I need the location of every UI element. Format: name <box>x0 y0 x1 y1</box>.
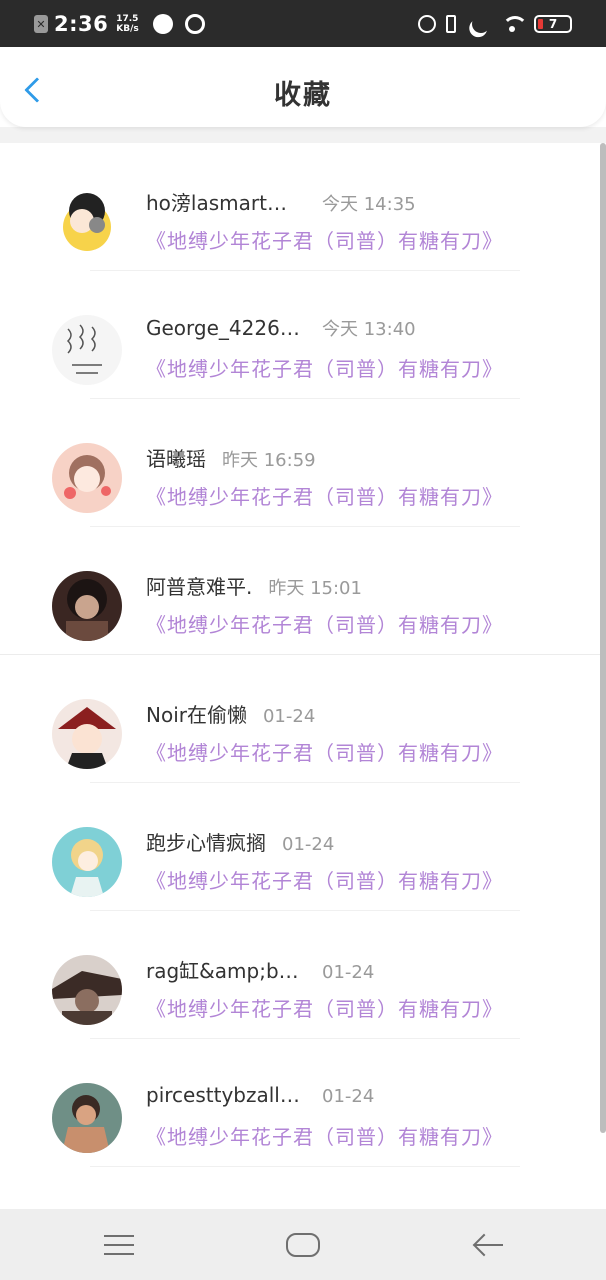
app-notification-icon <box>152 14 173 34</box>
scrollbar[interactable] <box>600 143 606 1133</box>
do-not-disturb-icon <box>469 12 492 35</box>
favorite-title[interactable]: 《地缚少年花子君（司普）有糖有刀》 <box>146 481 503 510</box>
list-item[interactable]: Noir在偷懒 01-24 《地缚少年花子君（司普）有糖有刀》 <box>0 655 600 783</box>
favorite-title[interactable]: 《地缚少年花子君（司普）有糖有刀》 <box>146 1121 503 1150</box>
list-item[interactable]: ho滂lasmart智... 今天 14:35 《地缚少年花子君（司普）有糖有刀… <box>0 143 600 271</box>
battery-icon: 7 <box>534 15 572 33</box>
wifi-icon <box>500 16 528 32</box>
sender-name: George_42261... <box>146 316 306 340</box>
favorites-list[interactable]: ho滂lasmart智... 今天 14:35 《地缚少年花子君（司普）有糖有刀… <box>0 143 606 1209</box>
timestamp: 昨天 16:59 <box>222 450 316 471</box>
avatar[interactable] <box>52 443 122 513</box>
network-speed-value: 17.5 <box>116 14 139 24</box>
sender-name: 跑步心情疯搁 <box>146 831 266 855</box>
timestamp: 01-24 <box>282 834 335 855</box>
timestamp: 01-24 <box>322 962 375 983</box>
avatar[interactable] <box>52 699 122 769</box>
avatar[interactable] <box>52 315 122 385</box>
timestamp: 01-24 <box>262 706 316 727</box>
sync-icon <box>184 14 205 34</box>
notification-icon: ✕ <box>34 15 48 33</box>
favorite-title[interactable]: 《地缚少年花子君（司普）有糖有刀》 <box>146 993 503 1022</box>
list-item[interactable]: pircesttybzallx... 01-24 《地缚少年花子君（司普）有糖有… <box>0 1039 600 1167</box>
favorite-title[interactable]: 《地缚少年花子君（司普）有糖有刀》 <box>146 737 503 766</box>
sender-name: rag缸&amp;bone <box>146 959 306 983</box>
menu-icon[interactable] <box>104 1235 134 1255</box>
status-bar: ✕ 2:36 17.5 KB/s 7 <box>0 0 606 47</box>
avatar[interactable] <box>52 1083 122 1153</box>
timestamp: 今天 14:35 <box>322 194 416 215</box>
favorite-title[interactable]: 《地缚少年花子君（司普）有糖有刀》 <box>146 609 503 638</box>
sender-name: 语曦瑶 <box>146 447 206 471</box>
avatar[interactable] <box>52 571 122 641</box>
battery-level: 7 <box>548 17 558 31</box>
vibrate-icon <box>446 15 456 33</box>
sender-name: Noir在偷懒 <box>146 703 247 727</box>
list-item[interactable]: 跑步心情疯搁 01-24 《地缚少年花子君（司普）有糖有刀》 <box>0 783 600 911</box>
list-item[interactable]: George_42261... 今天 13:40 《地缚少年花子君（司普）有糖有… <box>0 271 600 399</box>
favorite-title[interactable]: 《地缚少年花子君（司普）有糖有刀》 <box>146 865 503 894</box>
list-item[interactable]: 语曦瑶 昨天 16:59 《地缚少年花子君（司普）有糖有刀》 <box>0 399 600 527</box>
list-item[interactable] <box>0 1167 600 1209</box>
avatar[interactable] <box>52 187 122 257</box>
timestamp: 今天 13:40 <box>322 319 416 340</box>
home-icon[interactable] <box>286 1233 320 1257</box>
system-nav-bar <box>0 1209 606 1280</box>
favorite-title[interactable]: 《地缚少年花子君（司普）有糖有刀》 <box>146 225 503 254</box>
status-time: 2:36 <box>54 12 109 36</box>
back-arrow-icon[interactable] <box>473 1233 503 1257</box>
list-item[interactable]: 阿普意难平. 昨天 15:01 《地缚少年花子君（司普）有糖有刀》 <box>0 527 600 655</box>
avatar[interactable] <box>52 955 122 1025</box>
avatar[interactable] <box>52 827 122 897</box>
app-header: 收藏 <box>0 47 606 127</box>
header-gap <box>0 127 606 143</box>
sender-name: ho滂lasmart智... <box>146 191 306 215</box>
sender-name: 阿普意难平. <box>146 575 253 599</box>
timestamp: 昨天 15:01 <box>268 578 362 599</box>
timestamp: 01-24 <box>322 1086 375 1107</box>
network-speed: 17.5 KB/s <box>116 14 138 34</box>
network-speed-unit: KB/s <box>116 24 139 34</box>
favorite-title[interactable]: 《地缚少年花子君（司普）有糖有刀》 <box>146 353 503 382</box>
sender-name: pircesttybzallx... <box>146 1083 306 1107</box>
page-title: 收藏 <box>274 80 332 111</box>
alarm-icon <box>418 15 436 33</box>
list-item[interactable]: rag缸&amp;bone 01-24 《地缚少年花子君（司普）有糖有刀》 <box>0 911 600 1039</box>
